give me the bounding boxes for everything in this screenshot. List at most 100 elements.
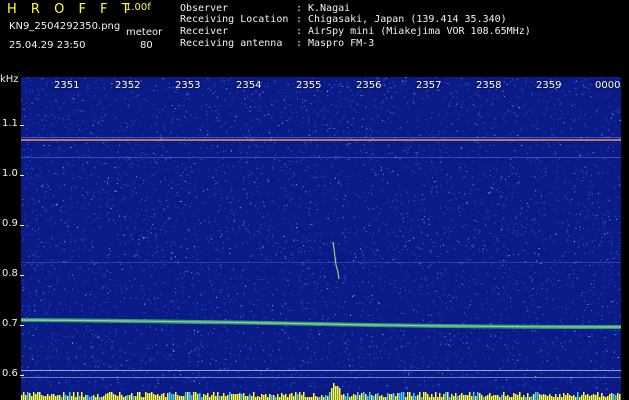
- noise-pixel: [247, 171, 249, 173]
- noise-pixel: [115, 327, 116, 329]
- noise-pixel: [246, 107, 248, 109]
- noise-pixel: [602, 296, 604, 298]
- noise-pixel: [153, 174, 155, 176]
- noise-pixel: [400, 345, 402, 347]
- noise-pixel: [442, 244, 444, 246]
- noise-pixel: [139, 177, 141, 179]
- noise-pixel: [421, 154, 423, 156]
- noise-pixel: [160, 135, 162, 137]
- noise-pixel: [93, 347, 95, 349]
- noise-pixel: [323, 277, 325, 279]
- noise-pixel: [444, 213, 446, 215]
- noise-pixel: [142, 269, 144, 271]
- noise-pixel: [486, 249, 488, 251]
- noise-pixel: [308, 251, 310, 252]
- noise-pixel: [286, 120, 287, 121]
- noise-pixel: [55, 204, 57, 206]
- noise-pixel: [406, 387, 408, 389]
- noise-pixel: [157, 159, 159, 161]
- noise-pixel: [153, 214, 155, 215]
- noise-pixel: [206, 345, 208, 347]
- noise-pixel: [195, 189, 197, 191]
- noise-pixel: [251, 93, 253, 95]
- noise-pixel: [292, 367, 294, 369]
- noise-pixel: [221, 77, 223, 79]
- noise-pixel: [516, 169, 518, 171]
- noise-pixel: [477, 317, 479, 319]
- noise-pixel: [348, 358, 349, 360]
- noise-pixel: [202, 134, 203, 136]
- noise-pixel: [346, 86, 348, 88]
- noise-pixel: [233, 269, 235, 271]
- noise-pixel: [526, 310, 528, 312]
- noise-pixel: [138, 239, 140, 241]
- noise-pixel: [362, 255, 364, 257]
- noise-pixel: [397, 174, 399, 176]
- noise-pixel: [330, 182, 332, 184]
- noise-pixel: [262, 382, 264, 384]
- noise-pixel: [396, 105, 398, 107]
- noise-pixel: [249, 110, 251, 112]
- noise-pixel: [189, 353, 191, 355]
- noise-pixel: [527, 152, 529, 154]
- noise-pixel: [285, 303, 287, 305]
- noise-pixel: [100, 101, 101, 103]
- noise-pixel: [134, 220, 136, 221]
- noise-pixel: [408, 240, 410, 241]
- receiver-value: AirSpy mini (Miakejima VOR 108.65MHz): [308, 26, 531, 37]
- noise-pixel: [328, 343, 330, 345]
- noise-pixel: [458, 114, 460, 116]
- noise-pixel: [350, 101, 352, 102]
- noise-pixel: [618, 232, 620, 233]
- noise-pixel: [308, 121, 310, 123]
- noise-pixel: [412, 309, 414, 311]
- noise-pixel: [284, 217, 286, 219]
- noise-pixel: [169, 158, 171, 159]
- noise-pixel: [234, 275, 236, 277]
- noise-pixel: [539, 211, 540, 213]
- noise-pixel: [510, 171, 512, 173]
- noise-pixel: [24, 380, 26, 382]
- noise-pixel: [94, 278, 96, 280]
- noise-pixel: [583, 86, 585, 88]
- noise-pixel: [33, 259, 35, 261]
- noise-pixel: [66, 304, 68, 306]
- noise-pixel: [380, 208, 382, 210]
- noise-pixel: [274, 100, 275, 102]
- noise-pixel: [215, 360, 217, 362]
- noise-pixel: [152, 264, 154, 266]
- noise-pixel: [603, 224, 605, 226]
- noise-pixel: [318, 330, 320, 332]
- noise-pixel: [320, 263, 322, 265]
- noise-pixel: [231, 202, 233, 203]
- noise-pixel: [57, 280, 59, 282]
- noise-pixel: [583, 244, 584, 246]
- noise-pixel: [502, 208, 504, 210]
- noise-pixel: [473, 244, 475, 246]
- noise-pixel: [442, 109, 444, 110]
- noise-pixel: [460, 264, 462, 265]
- noise-pixel: [462, 322, 464, 324]
- noise-pixel: [33, 300, 35, 302]
- noise-pixel: [254, 233, 256, 235]
- noise-pixel: [193, 381, 195, 382]
- noise-pixel: [98, 250, 100, 252]
- noise-pixel: [439, 155, 441, 156]
- noise-pixel: [567, 239, 569, 240]
- noise-pixel: [400, 194, 401, 196]
- noise-pixel: [543, 371, 545, 373]
- noise-pixel: [243, 149, 244, 151]
- noise-pixel: [501, 385, 503, 387]
- noise-pixel: [525, 82, 527, 84]
- noise-pixel: [126, 160, 128, 162]
- noise-pixel: [38, 167, 40, 169]
- noise-pixel: [230, 186, 232, 188]
- noise-pixel: [54, 239, 56, 241]
- noise-pixel: [306, 308, 308, 310]
- noise-pixel: [505, 264, 507, 266]
- noise-pixel: [102, 352, 104, 354]
- noise-pixel: [270, 266, 272, 267]
- noise-pixel: [365, 106, 367, 108]
- noise-pixel: [291, 92, 293, 94]
- noise-pixel: [290, 167, 292, 169]
